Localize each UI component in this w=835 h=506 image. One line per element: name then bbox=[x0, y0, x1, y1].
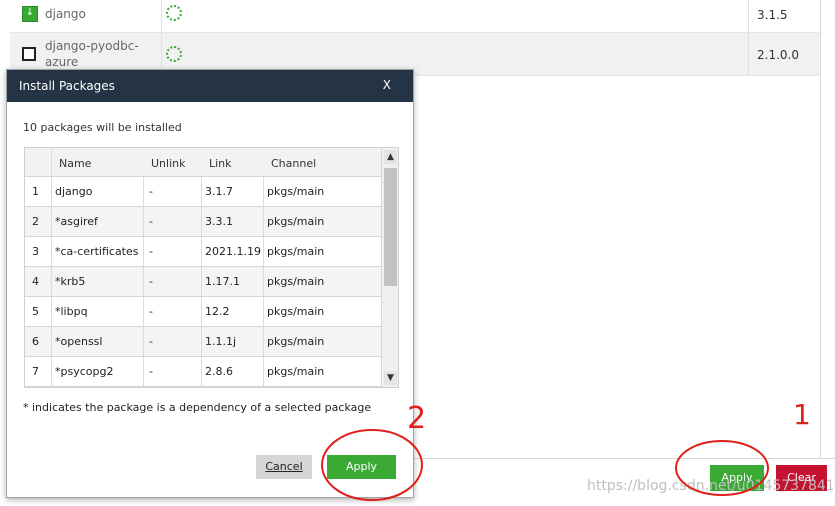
install-packages-dialog: Install Packages X 10 packages will be i… bbox=[6, 69, 414, 498]
link-value: 2.8.6 bbox=[205, 365, 233, 378]
package-name-line2: azure bbox=[45, 55, 79, 69]
unlink-value: - bbox=[149, 365, 153, 378]
channel-value: pkgs/main bbox=[267, 245, 325, 258]
loading-spinner-icon bbox=[166, 5, 182, 21]
channel-value: pkgs/main bbox=[267, 305, 325, 318]
table-row[interactable]: 7 *psycopg2 - 2.8.6 pkgs/main bbox=[25, 357, 381, 387]
package-name: *asgiref bbox=[55, 215, 98, 228]
package-name: *krb5 bbox=[55, 275, 86, 288]
link-value: 1.17.1 bbox=[205, 275, 240, 288]
table-right-border bbox=[820, 0, 821, 460]
package-name-line1: django-pyodbc- bbox=[45, 39, 139, 53]
cancel-button[interactable]: Cancel bbox=[256, 455, 312, 479]
package-name: *libpq bbox=[55, 305, 88, 318]
package-version: 2.1.0.0 bbox=[757, 48, 799, 62]
package-name: *psycopg2 bbox=[55, 365, 114, 378]
link-value: 12.2 bbox=[205, 305, 230, 318]
row-number: 7 bbox=[32, 365, 39, 378]
channel-value: pkgs/main bbox=[267, 275, 325, 288]
channel-value: pkgs/main bbox=[267, 185, 325, 198]
dialog-message: 10 packages will be installed bbox=[23, 121, 182, 134]
column-header-name: Name bbox=[59, 157, 92, 170]
apply-button[interactable]: Apply bbox=[327, 455, 396, 479]
dialog-header: Install Packages X bbox=[7, 70, 413, 102]
row-number: 2 bbox=[32, 215, 39, 228]
scrollbar-thumb[interactable] bbox=[384, 168, 397, 286]
column-divider bbox=[748, 33, 749, 75]
row-number: 3 bbox=[32, 245, 39, 258]
column-header-channel: Channel bbox=[271, 157, 317, 170]
channel-value: pkgs/main bbox=[267, 335, 325, 348]
unlink-value: - bbox=[149, 335, 153, 348]
unlink-value: - bbox=[149, 305, 153, 318]
table-row[interactable]: 4 *krb5 - 1.17.1 pkgs/main bbox=[25, 267, 381, 297]
column-header-unlink: Unlink bbox=[151, 157, 186, 170]
column-divider bbox=[161, 0, 162, 32]
table-row[interactable]: 2 *asgiref - 3.3.1 pkgs/main bbox=[25, 207, 381, 237]
column-header-link: Link bbox=[209, 157, 232, 170]
link-value: 3.1.7 bbox=[205, 185, 233, 198]
scroll-down-arrow-icon[interactable]: ▼ bbox=[384, 371, 397, 385]
row-number: 1 bbox=[32, 185, 39, 198]
channel-value: pkgs/main bbox=[267, 215, 325, 228]
channel-value: pkgs/main bbox=[267, 365, 325, 378]
grid-header: Name Unlink Link Channel bbox=[25, 148, 381, 177]
install-marked-checkbox-icon[interactable]: ↓ bbox=[22, 6, 38, 22]
vertical-scrollbar[interactable]: ▲ ▼ bbox=[381, 148, 398, 387]
link-value: 1.1.1j bbox=[205, 335, 237, 348]
row-number: 5 bbox=[32, 305, 39, 318]
watermark-text: https://blog.csdn.net/u014573784189 bbox=[587, 478, 835, 494]
scroll-up-arrow-icon[interactable]: ▲ bbox=[384, 150, 397, 164]
package-version: 3.1.5 bbox=[757, 8, 788, 22]
package-name: django bbox=[45, 7, 86, 21]
package-name: *ca-certificates bbox=[55, 245, 139, 258]
table-row[interactable]: 3 *ca-certificates - 2021.1.19 pkgs/main bbox=[25, 237, 381, 267]
unlink-value: - bbox=[149, 185, 153, 198]
link-value: 3.3.1 bbox=[205, 215, 233, 228]
column-divider bbox=[51, 148, 52, 176]
row-number: 6 bbox=[32, 335, 39, 348]
unlink-value: - bbox=[149, 245, 153, 258]
dialog-title: Install Packages bbox=[19, 79, 115, 93]
unlink-value: - bbox=[149, 275, 153, 288]
loading-spinner-icon bbox=[166, 46, 182, 62]
link-value: 2021.1.19 bbox=[205, 245, 261, 258]
table-row[interactable]: 6 *openssl - 1.1.1j pkgs/main bbox=[25, 327, 381, 357]
table-row[interactable]: 5 *libpq - 12.2 pkgs/main bbox=[25, 297, 381, 327]
package-name: *openssl bbox=[55, 335, 103, 348]
packages-grid: Name Unlink Link Channel 1 django - 3.1.… bbox=[24, 147, 399, 388]
column-divider bbox=[748, 0, 749, 32]
unlink-value: - bbox=[149, 215, 153, 228]
package-name: django bbox=[55, 185, 93, 198]
unchecked-checkbox-icon[interactable] bbox=[22, 47, 36, 61]
table-row[interactable]: 1 django - 3.1.7 pkgs/main bbox=[25, 177, 381, 207]
close-icon[interactable]: X bbox=[383, 78, 391, 92]
dependency-note: * indicates the package is a dependency … bbox=[23, 401, 372, 414]
row-number: 4 bbox=[32, 275, 39, 288]
package-row-django[interactable]: ↓ django 3.1.5 bbox=[10, 0, 820, 33]
